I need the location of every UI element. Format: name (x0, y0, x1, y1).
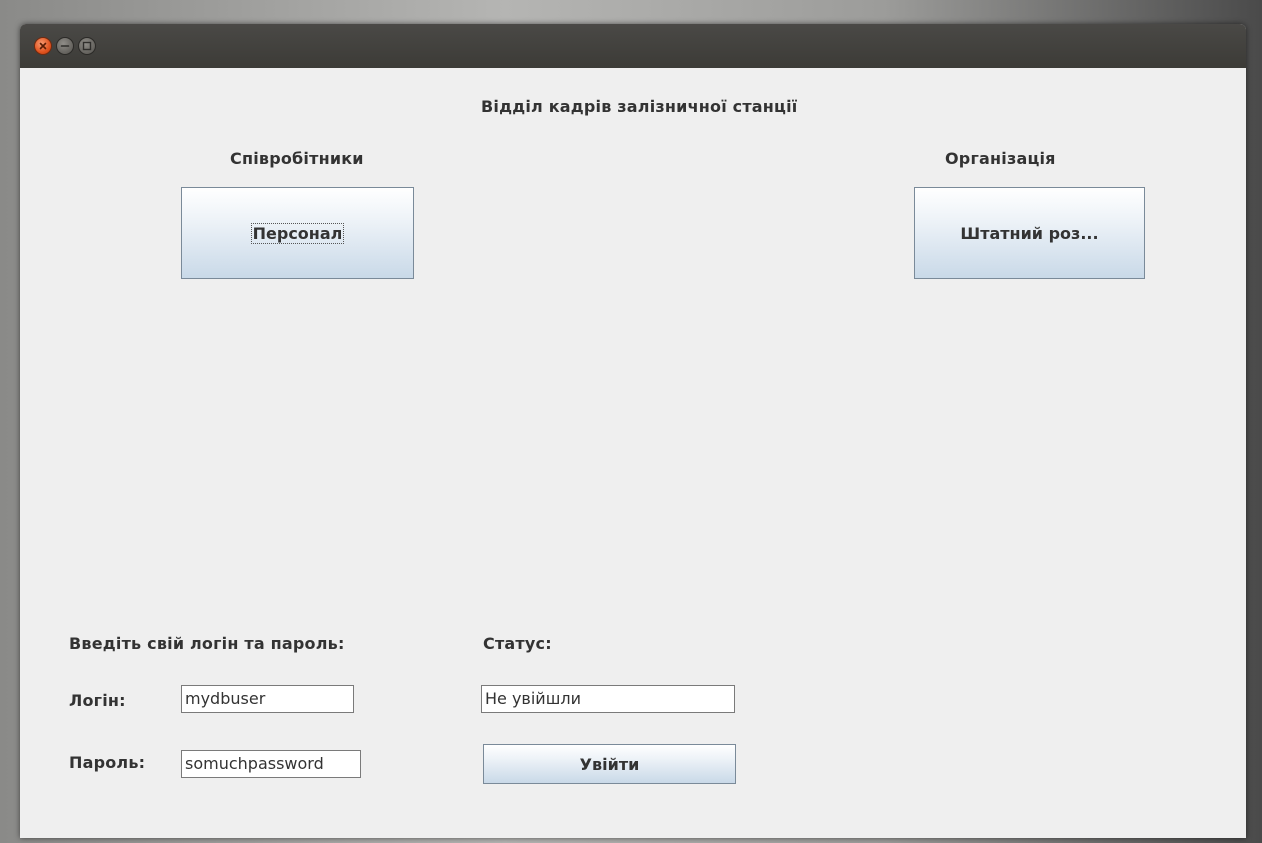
login-input[interactable]: mydbuser (181, 685, 354, 713)
page-title: Відділ кадрів залізничної станції (481, 97, 798, 116)
login-label: Логін: (69, 691, 126, 710)
organization-section-label: Організація (945, 149, 1056, 168)
title-bar[interactable] (20, 24, 1246, 68)
personnel-button[interactable]: Персонал (181, 187, 414, 279)
minimize-icon[interactable] (56, 37, 74, 55)
app-window: Відділ кадрів залізничної станції Співро… (20, 24, 1246, 838)
maximize-icon[interactable] (78, 37, 96, 55)
close-icon[interactable] (34, 37, 52, 55)
login-button[interactable]: Увійти (483, 744, 736, 784)
staffing-schedule-button[interactable]: Штатний роз... (914, 187, 1145, 279)
password-input[interactable]: somuchpassword (181, 750, 361, 778)
staffing-schedule-button-label: Штатний роз... (960, 223, 1099, 243)
status-field: Не увійшли (481, 685, 735, 713)
employees-section-label: Співробітники (230, 149, 364, 168)
login-prompt: Введіть свій логін та пароль: (69, 634, 345, 653)
status-label: Статус: (483, 634, 552, 653)
password-label: Пароль: (69, 753, 146, 772)
login-button-label: Увійти (579, 754, 640, 774)
personnel-button-label: Персонал (250, 222, 345, 244)
